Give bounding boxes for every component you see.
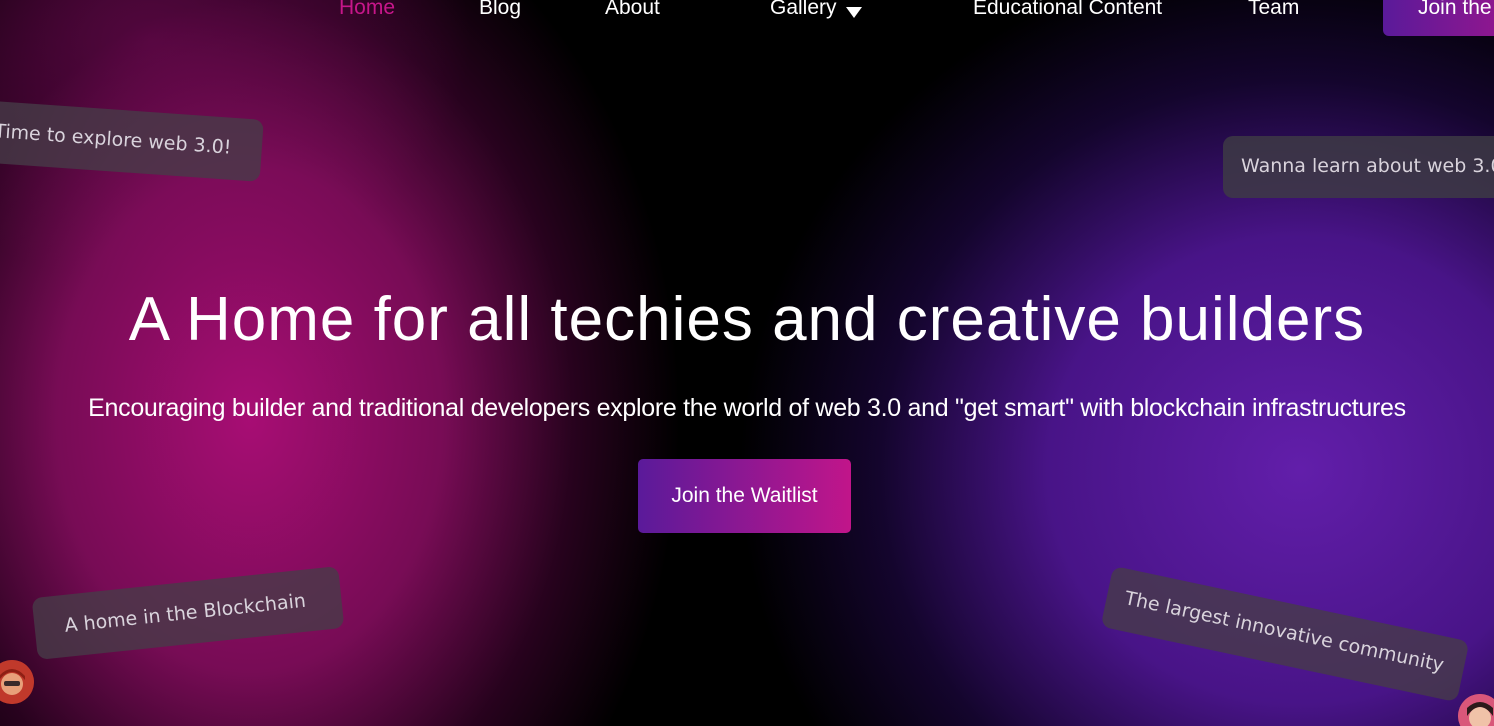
floating-bubble-community: The largest innovative community [1100, 565, 1470, 703]
top-navigation: Home Blog About Gallery Educational Cont… [0, 0, 1494, 36]
hero-title: A Home for all techies and creative buil… [128, 285, 1366, 354]
nav-gallery-label: Gallery [770, 0, 837, 19]
nav-home-link[interactable]: Home [339, 0, 395, 24]
nav-about-link[interactable]: About [605, 0, 660, 24]
avatar-icon [0, 660, 34, 704]
avatar-icon [1458, 694, 1494, 726]
floating-bubble-learn: Wanna learn about web 3.0 [1223, 136, 1494, 198]
nav-team-link[interactable]: Team [1248, 0, 1299, 24]
nav-gallery-dropdown[interactable]: Gallery [770, 0, 863, 30]
nav-educational-content-link[interactable]: Educational Content [973, 0, 1162, 24]
hero-subtitle: Encouraging builder and traditional deve… [88, 394, 1406, 422]
nav-blog-link[interactable]: Blog [479, 0, 521, 24]
join-waitlist-button[interactable]: Join the Waitlist [638, 459, 851, 533]
floating-bubble-explore: Time to explore web 3.0! [0, 100, 264, 182]
nav-join-button[interactable]: Join the [1383, 0, 1494, 36]
chevron-down-icon [845, 0, 863, 30]
floating-bubble-home: A home in the Blockchain [31, 566, 345, 660]
landing-page: Home Blog About Gallery Educational Cont… [0, 0, 1494, 726]
